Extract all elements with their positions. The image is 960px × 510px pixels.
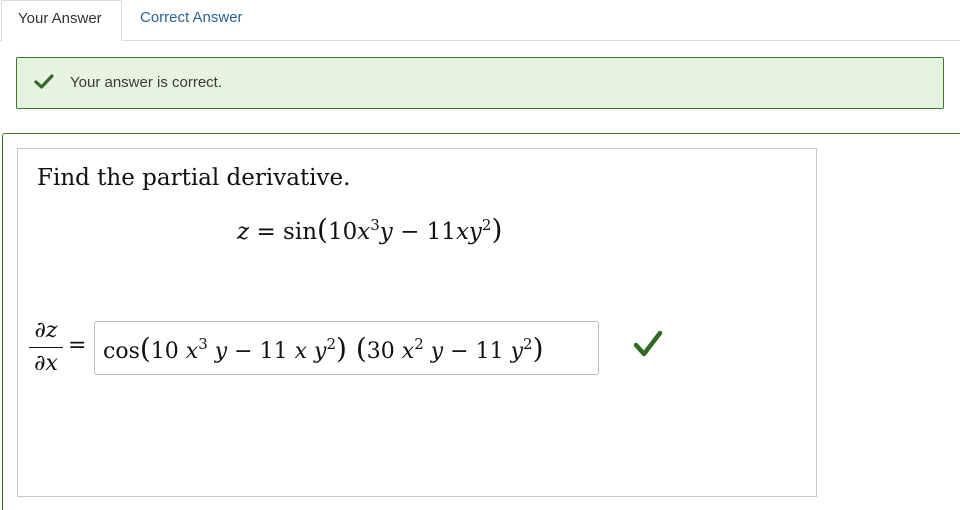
eq-t1-coef: 10 xyxy=(327,219,358,245)
eq-equals: = xyxy=(256,219,276,245)
eq-close-paren: ) xyxy=(491,213,503,246)
question-prompt: Find the partial derivative. xyxy=(37,165,351,191)
fraction-bar xyxy=(29,347,63,348)
question-box: Find the partial derivative. z = sin(10x… xyxy=(17,148,817,497)
tab-correct-answer[interactable]: Correct Answer xyxy=(124,0,259,40)
feedback-message: Your answer is correct. xyxy=(70,74,223,91)
derivative-numerator: ∂z xyxy=(34,318,58,343)
eq-t1-var: x xyxy=(357,219,371,245)
eq-open-paren: ( xyxy=(317,213,328,246)
feedback-banner: Your answer is correct. xyxy=(16,57,944,109)
ans-e3: 2 xyxy=(414,335,424,353)
eq-minus: − xyxy=(400,219,420,245)
ans-open2: ( xyxy=(346,332,367,365)
answer-input[interactable]: cos(10 x3 y − 11 x y2) (30 x2 y − 11 y2) xyxy=(94,321,599,375)
derivative-equals: = xyxy=(68,333,87,358)
check-icon xyxy=(34,74,54,89)
ans-y4: y xyxy=(510,339,524,364)
ans-e4: 2 xyxy=(523,335,533,353)
check-icon xyxy=(633,330,663,357)
eq-t2-coef: 11 xyxy=(426,219,456,245)
ans-m2: − 11 xyxy=(443,339,511,364)
eq-t1-exp: 3 xyxy=(370,216,380,234)
eq-t2-var: xy xyxy=(455,219,482,245)
derivative-denominator: ∂x xyxy=(34,351,58,376)
ans-open1: ( xyxy=(139,332,151,365)
tab-your-answer[interactable]: Your Answer xyxy=(1,0,122,41)
ans-x3: x xyxy=(401,339,415,364)
function-equation: z = sin(10x3y − 11xy2) xyxy=(237,213,502,246)
page: Your Answer Correct Answer Your answer i… xyxy=(0,0,960,510)
eq-func: sin xyxy=(283,219,318,245)
partial-derivative-label: ∂z ∂x xyxy=(29,317,63,378)
ans-func: cos xyxy=(103,339,140,364)
ans-close2: ) xyxy=(532,332,544,365)
answer-tabs: Your Answer Correct Answer xyxy=(0,0,960,41)
eq-lhs: z xyxy=(237,219,250,245)
ans-x1: x xyxy=(185,339,199,364)
ans-e2: 2 xyxy=(326,335,336,353)
ans-m1: − 11 xyxy=(227,339,295,364)
ans-y3: y xyxy=(423,339,444,364)
ans-a1: 10 xyxy=(150,339,186,364)
ans-y2: y xyxy=(307,339,327,364)
ans-a2: 30 xyxy=(366,339,402,364)
eq-t1-var2: y xyxy=(379,219,393,245)
ans-x2: x xyxy=(294,339,308,364)
ans-close1: ) xyxy=(336,332,347,365)
ans-y1: y xyxy=(207,339,228,364)
ans-e1: 3 xyxy=(198,335,208,353)
